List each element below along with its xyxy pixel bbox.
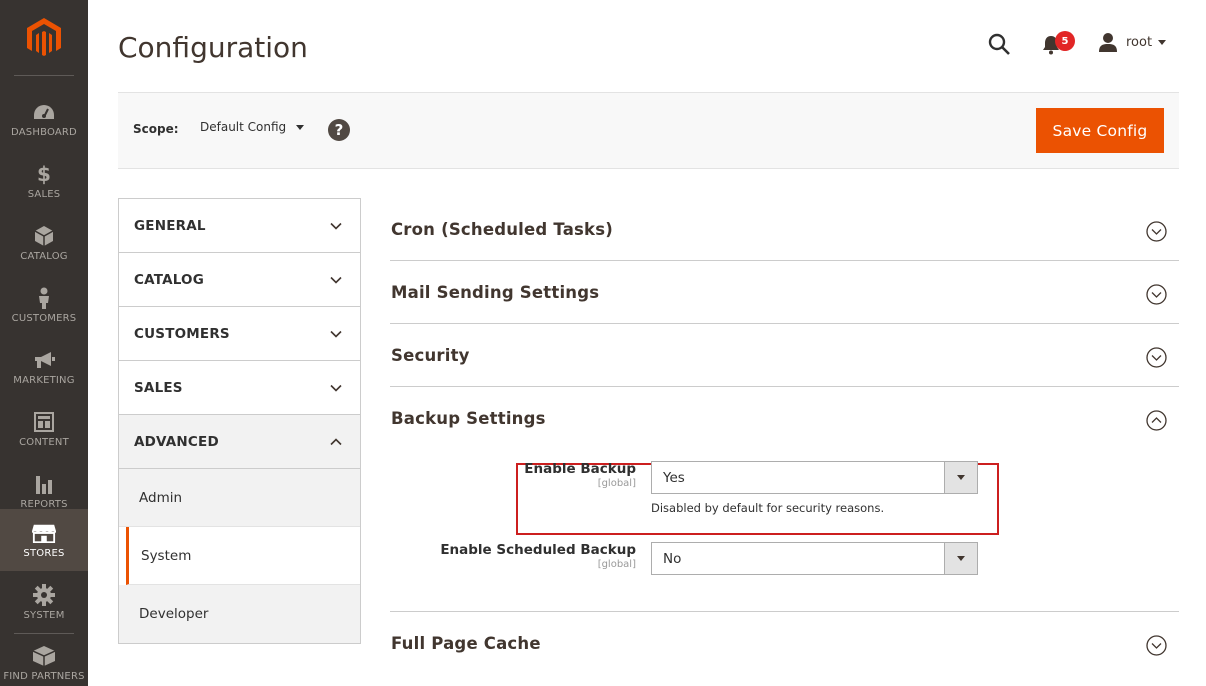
nav-label: STORES — [23, 548, 65, 559]
nav-divider — [14, 75, 74, 76]
collapse-circle-icon — [1146, 410, 1167, 431]
nav-label: FIND PARTNERS — [3, 670, 85, 682]
tab-catalog[interactable]: CATALOG — [119, 253, 360, 307]
nav-item-find-partners[interactable]: FIND PARTNERS — [0, 633, 88, 686]
chevron-down-icon — [330, 276, 342, 284]
tab-advanced[interactable]: ADVANCED — [119, 415, 360, 469]
partners-box-icon — [32, 644, 56, 668]
tab-general[interactable]: GENERAL — [119, 199, 360, 253]
scope-value: Default Config — [200, 120, 287, 134]
tab-label: CATALOG — [134, 271, 204, 288]
tab-label: SALES — [134, 379, 183, 396]
chevron-up-icon — [330, 438, 342, 446]
tab-customers[interactable]: CUSTOMERS — [119, 307, 360, 361]
box-icon — [32, 224, 56, 248]
layout-icon — [32, 410, 56, 434]
section-title: Backup Settings — [391, 409, 546, 428]
dollar-icon: $ — [37, 162, 51, 186]
field-label: Enable Backup [global] — [396, 461, 636, 489]
tab-label: GENERAL — [134, 217, 206, 234]
chevron-down-icon — [330, 330, 342, 338]
field-scope: [global] — [597, 559, 636, 570]
enable-backup-select[interactable]: Yes — [651, 461, 978, 494]
nav-item-dashboard[interactable]: DASHBOARD — [0, 88, 88, 150]
username: root — [1126, 34, 1153, 50]
field-label: Enable Scheduled Backup [global] — [396, 542, 636, 570]
gear-icon — [32, 583, 56, 607]
global-search-button[interactable] — [987, 32, 1011, 56]
bar-chart-icon — [32, 472, 56, 496]
scope-switcher[interactable]: Default Config — [200, 120, 305, 134]
dropdown-arrow-icon — [944, 462, 977, 493]
user-icon — [1099, 33, 1117, 52]
expand-circle-icon — [1146, 347, 1167, 368]
tab-sales[interactable]: SALES — [119, 361, 360, 415]
magento-logo[interactable] — [0, 0, 88, 75]
nav-label: DASHBOARD — [11, 127, 77, 138]
dashboard-icon — [32, 100, 56, 124]
nav-label: MARKETING — [13, 375, 75, 386]
section-mail-sending[interactable]: Mail Sending Settings — [390, 261, 1179, 324]
nav-label: CONTENT — [19, 437, 69, 448]
nav-item-marketing[interactable]: MARKETING — [0, 336, 88, 398]
search-icon — [988, 33, 1010, 55]
chevron-down-icon — [296, 124, 305, 130]
nav-label: SYSTEM — [23, 610, 65, 621]
admin-user-menu[interactable]: root — [1098, 31, 1167, 53]
tab-label: ADVANCED — [134, 433, 219, 450]
enable-scheduled-backup-select[interactable]: No — [651, 542, 978, 575]
expand-circle-icon — [1146, 221, 1167, 242]
section-title: Mail Sending Settings — [391, 283, 600, 302]
nav-label: CATALOG — [20, 251, 68, 262]
subtab-admin[interactable]: Admin — [119, 469, 360, 527]
nav-item-stores[interactable]: STORES — [0, 509, 88, 571]
admin-sidebar: DASHBOARD $ SALES CATALOG CUSTOMERS MARK… — [0, 0, 88, 686]
megaphone-icon — [32, 348, 56, 372]
chevron-down-icon — [330, 222, 342, 230]
field-scope: [global] — [597, 478, 636, 489]
config-sections: Cron (Scheduled Tasks) Mail Sending Sett… — [390, 198, 1179, 675]
expand-circle-icon — [1146, 284, 1167, 305]
nav-item-customers[interactable]: CUSTOMERS — [0, 274, 88, 336]
nav-item-content[interactable]: CONTENT — [0, 398, 88, 460]
section-cron[interactable]: Cron (Scheduled Tasks) — [390, 198, 1179, 261]
expand-circle-icon — [1146, 635, 1167, 656]
tab-label: CUSTOMERS — [134, 325, 230, 342]
subtab-developer[interactable]: Developer — [119, 585, 360, 643]
field-label-text: Enable Scheduled Backup — [440, 542, 636, 558]
magento-logo-icon — [27, 17, 61, 56]
chevron-down-icon — [330, 384, 342, 392]
page-title: Configuration — [118, 31, 308, 64]
nav-item-sales[interactable]: $ SALES — [0, 150, 88, 212]
select-value: No — [663, 550, 682, 567]
scope-label: Scope: — [133, 122, 179, 136]
notification-count-badge[interactable]: 5 — [1055, 31, 1075, 51]
field-label-text: Enable Backup — [524, 461, 636, 477]
save-config-button[interactable]: Save Config — [1036, 108, 1164, 153]
section-title: Full Page Cache — [391, 634, 541, 653]
backup-settings-body: Enable Backup [global] Yes Disabled by d… — [390, 450, 1179, 612]
scope-help-icon[interactable]: ? — [328, 119, 350, 141]
section-title: Cron (Scheduled Tasks) — [391, 220, 613, 239]
nav-item-catalog[interactable]: CATALOG — [0, 212, 88, 274]
section-title: Security — [391, 346, 470, 365]
page-actions-bar: Scope: Default Config ? Save Config — [118, 92, 1179, 169]
person-icon — [32, 286, 56, 310]
nav-label: SALES — [27, 189, 61, 200]
config-tabs: GENERAL CATALOG CUSTOMERS SALES ADVANCED… — [118, 198, 361, 644]
section-backup-settings[interactable]: Backup Settings — [390, 387, 1179, 450]
subtab-system[interactable]: System — [126, 527, 360, 585]
dropdown-arrow-icon — [944, 543, 977, 574]
field-note: Disabled by default for security reasons… — [651, 501, 885, 515]
store-icon — [32, 521, 56, 545]
nav-label: CUSTOMERS — [11, 313, 77, 324]
select-value: Yes — [663, 469, 685, 486]
section-full-page-cache[interactable]: Full Page Cache — [390, 612, 1179, 675]
nav-item-system[interactable]: SYSTEM — [0, 571, 88, 633]
section-security[interactable]: Security — [390, 324, 1179, 387]
chevron-down-icon — [1158, 39, 1167, 45]
